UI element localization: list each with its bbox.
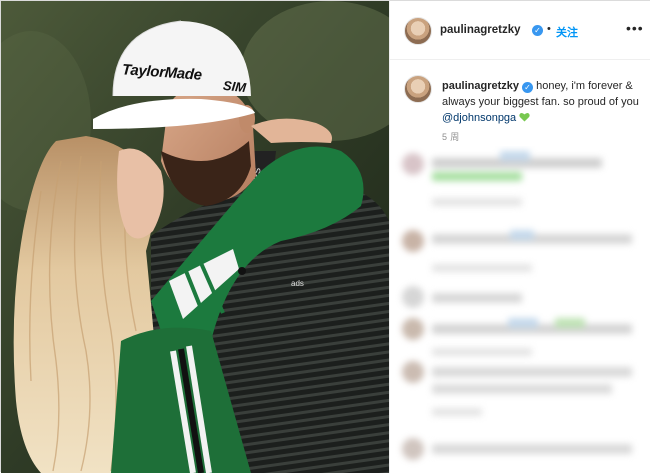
comment-line <box>432 367 632 377</box>
follow-button[interactable]: 关注 <box>556 24 578 40</box>
comment-avatar <box>402 230 424 252</box>
author-avatar[interactable] <box>404 17 432 45</box>
comment-avatar <box>402 438 424 460</box>
comment-avatar <box>402 153 424 175</box>
comment-line <box>432 293 522 303</box>
comment-line <box>508 318 538 328</box>
comment-avatar <box>402 318 424 340</box>
comment-line <box>432 444 632 454</box>
caption-avatar[interactable] <box>404 75 432 103</box>
comments-list-blurred[interactable] <box>390 146 650 473</box>
author-username[interactable]: paulinagretzky <box>440 24 521 36</box>
post-photo[interactable]: NEWES <box>1 1 389 473</box>
comment-line <box>510 230 534 240</box>
caption-verified-icon: ✓ <box>522 82 534 93</box>
comment-meta <box>432 264 532 272</box>
cap-logo-secondary: SIM <box>222 77 247 96</box>
comment-line <box>500 151 530 161</box>
caption-username[interactable]: paulinagretzky <box>442 80 519 92</box>
comment-line <box>432 172 522 181</box>
green-heart-icon <box>519 113 530 122</box>
post-side-panel: paulinagretzky ✓ • 关注 ••• paulinagretzky… <box>389 1 650 473</box>
instagram-post-window: NEWES <box>0 0 650 473</box>
comment-meta <box>432 408 482 416</box>
svg-text:ads: ads <box>291 279 304 288</box>
comment-avatar <box>402 286 424 308</box>
post-time: 5 周 <box>442 132 460 142</box>
more-options-icon[interactable]: ••• <box>626 21 644 35</box>
comment-meta <box>432 198 522 206</box>
caption-mention-link[interactable]: @djohnsonpga <box>442 112 516 124</box>
verified-badge-icon: ✓ <box>532 25 543 36</box>
header-separator: • <box>547 23 551 35</box>
post-header: paulinagretzky ✓ • 关注 ••• <box>390 1 650 60</box>
comment-line <box>555 318 585 328</box>
comment-avatar <box>402 361 424 383</box>
post-caption: paulinagretzky ✓ honey, i'm forever & alw… <box>442 78 642 126</box>
comment-meta <box>432 348 532 356</box>
comment-line <box>432 384 612 394</box>
